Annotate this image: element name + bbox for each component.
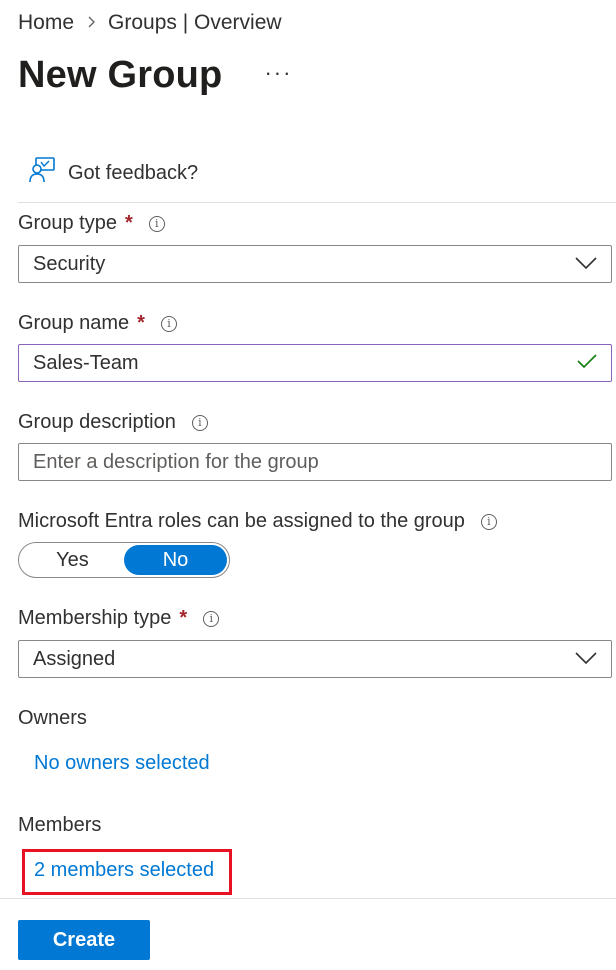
membership-type-label-text: Membership type	[18, 607, 172, 629]
title-row: New Group ···	[18, 54, 292, 97]
owners-link[interactable]: No owners selected	[34, 752, 210, 775]
group-description-label: Group description i	[18, 411, 208, 434]
required-mark: *	[137, 312, 145, 334]
info-icon[interactable]: i	[203, 610, 220, 627]
members-label: Members	[18, 814, 101, 837]
group-description-placeholder: Enter a description for the group	[33, 450, 319, 473]
membership-type-dropdown[interactable]: Assigned	[18, 640, 612, 678]
entra-roles-label-text: Microsoft Entra roles can be assigned to…	[18, 510, 465, 532]
info-icon[interactable]: i	[160, 315, 177, 332]
group-name-label-text: Group name	[18, 312, 130, 334]
breadcrumb-home[interactable]: Home	[18, 11, 74, 35]
footer-divider	[0, 898, 616, 899]
entra-roles-label: Microsoft Entra roles can be assigned to…	[18, 510, 497, 533]
create-button[interactable]: Create	[18, 920, 150, 960]
group-type-label-text: Group type	[18, 212, 117, 234]
membership-type-label: Membership type * i	[18, 607, 220, 630]
info-icon[interactable]: i	[191, 414, 208, 431]
group-description-label-text: Group description	[18, 411, 176, 433]
group-name-value: Sales-Team	[33, 351, 139, 374]
group-type-dropdown[interactable]: Security	[18, 245, 612, 283]
chevron-down-icon	[575, 648, 597, 671]
divider	[18, 202, 616, 203]
feedback-icon	[28, 156, 56, 190]
toggle-option-yes[interactable]: Yes	[21, 545, 124, 575]
info-icon[interactable]: i	[480, 513, 497, 530]
breadcrumb: Home Groups | Overview	[18, 8, 282, 38]
toggle-option-no[interactable]: No	[124, 545, 227, 575]
required-mark: *	[179, 607, 188, 629]
feedback-button[interactable]: Got feedback?	[28, 156, 198, 190]
membership-type-value: Assigned	[33, 647, 116, 670]
group-type-value: Security	[33, 252, 106, 275]
required-mark: *	[124, 212, 133, 234]
entra-roles-toggle[interactable]: Yes No	[18, 542, 230, 578]
page-title: New Group	[18, 54, 223, 96]
more-icon[interactable]: ···	[264, 60, 292, 86]
group-type-label: Group type * i	[18, 212, 165, 235]
chevron-down-icon	[575, 253, 597, 276]
checkmark-icon	[577, 352, 597, 375]
chevron-right-icon	[88, 16, 96, 31]
group-description-input[interactable]: Enter a description for the group	[18, 443, 612, 481]
group-name-label: Group name * i	[18, 312, 177, 335]
feedback-label: Got feedback?	[68, 161, 199, 184]
info-icon[interactable]: i	[148, 215, 165, 232]
members-link[interactable]: 2 members selected	[34, 859, 214, 882]
group-name-input[interactable]: Sales-Team	[18, 344, 612, 382]
owners-label-text: Owners	[18, 707, 87, 729]
breadcrumb-current[interactable]: Groups | Overview	[108, 11, 282, 35]
members-label-text: Members	[18, 814, 102, 836]
owners-label: Owners	[18, 707, 87, 730]
